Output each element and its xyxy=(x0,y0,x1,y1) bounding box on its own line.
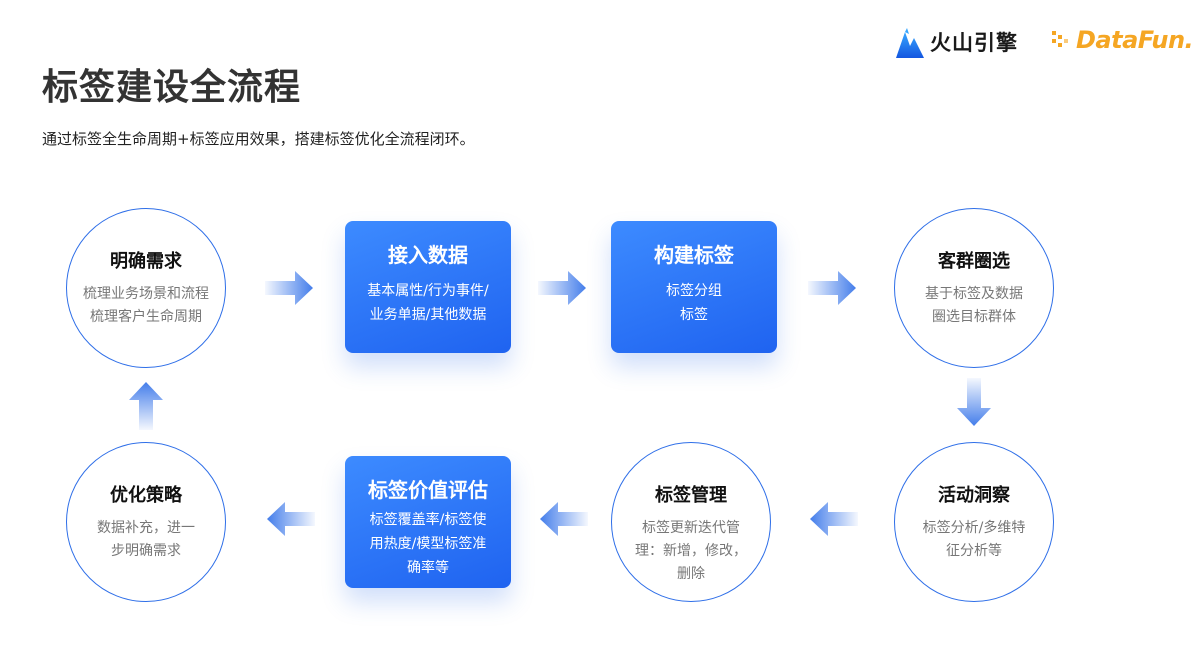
node-title: 客群圈选 xyxy=(938,251,1010,272)
page-title: 标签建设全流程 xyxy=(42,67,302,108)
volcano-mountain-icon xyxy=(896,28,924,58)
volcano-engine-logo-text: 火山引擎 xyxy=(930,31,1018,55)
node-title: 明确需求 xyxy=(110,251,182,272)
node-optimize-strategy: 优化策略 数据补充，进一 步明确需求 xyxy=(66,442,226,602)
node-title: 标签价值评估 xyxy=(368,478,488,502)
datafun-pixel-icon xyxy=(1052,31,1068,47)
arrow-right-icon xyxy=(538,271,586,305)
datafun-logo: DataFun. xyxy=(1052,26,1194,54)
node-tag-value-eval: 标签价值评估 标签覆盖率/标签使 用热度/模型标签准 确率等 xyxy=(345,456,511,588)
arrow-left-icon xyxy=(267,502,315,536)
node-description: 基于标签及数据 圈选目标群体 xyxy=(925,286,1023,325)
node-ingest-data: 接入数据 基本属性/行为事件/ 业务单据/其他数据 xyxy=(345,221,511,353)
node-segment-select: 客群圈选 基于标签及数据 圈选目标群体 xyxy=(894,208,1054,368)
arrow-up-icon xyxy=(129,382,163,430)
node-description: 数据补充，进一 步明确需求 xyxy=(97,520,195,559)
page: 标签建设全流程 通过标签全生命周期+标签应用效果，搭建标签优化全流程闭环。 火山… xyxy=(0,0,1202,667)
arrow-right-icon xyxy=(265,271,313,305)
node-description: 标签更新迭代管 理：新增，修改， 删除 xyxy=(635,520,747,582)
node-title: 标签管理 xyxy=(655,485,727,506)
node-title: 优化策略 xyxy=(110,485,182,506)
node-title: 活动洞察 xyxy=(938,485,1010,506)
node-description: 标签分析/多维特 征分析等 xyxy=(922,520,1026,559)
node-define-needs: 明确需求 梳理业务场景和流程 梳理客户生命周期 xyxy=(66,208,226,368)
arrow-right-icon xyxy=(808,271,856,305)
node-title: 构建标签 xyxy=(654,243,734,267)
node-description: 标签分组 标签 xyxy=(666,283,722,323)
node-tag-management: 标签管理 标签更新迭代管 理：新增，修改， 删除 xyxy=(611,442,771,602)
node-description: 梳理业务场景和流程 梳理客户生命周期 xyxy=(83,286,209,325)
arrow-down-icon xyxy=(957,378,991,426)
volcano-engine-logo: 火山引擎 xyxy=(896,26,1018,58)
arrow-left-icon xyxy=(810,502,858,536)
node-description: 标签覆盖率/标签使 用热度/模型标签准 确率等 xyxy=(369,512,487,576)
arrow-left-icon xyxy=(540,502,588,536)
node-build-tags: 构建标签 标签分组 标签 xyxy=(611,221,777,353)
datafun-logo-text: DataFun. xyxy=(1076,26,1194,54)
node-title: 接入数据 xyxy=(388,243,468,267)
node-description: 基本属性/行为事件/ 业务单据/其他数据 xyxy=(367,283,489,323)
page-subtitle: 通过标签全生命周期+标签应用效果，搭建标签优化全流程闭环。 xyxy=(42,130,475,148)
node-activity-insight: 活动洞察 标签分析/多维特 征分析等 xyxy=(894,442,1054,602)
